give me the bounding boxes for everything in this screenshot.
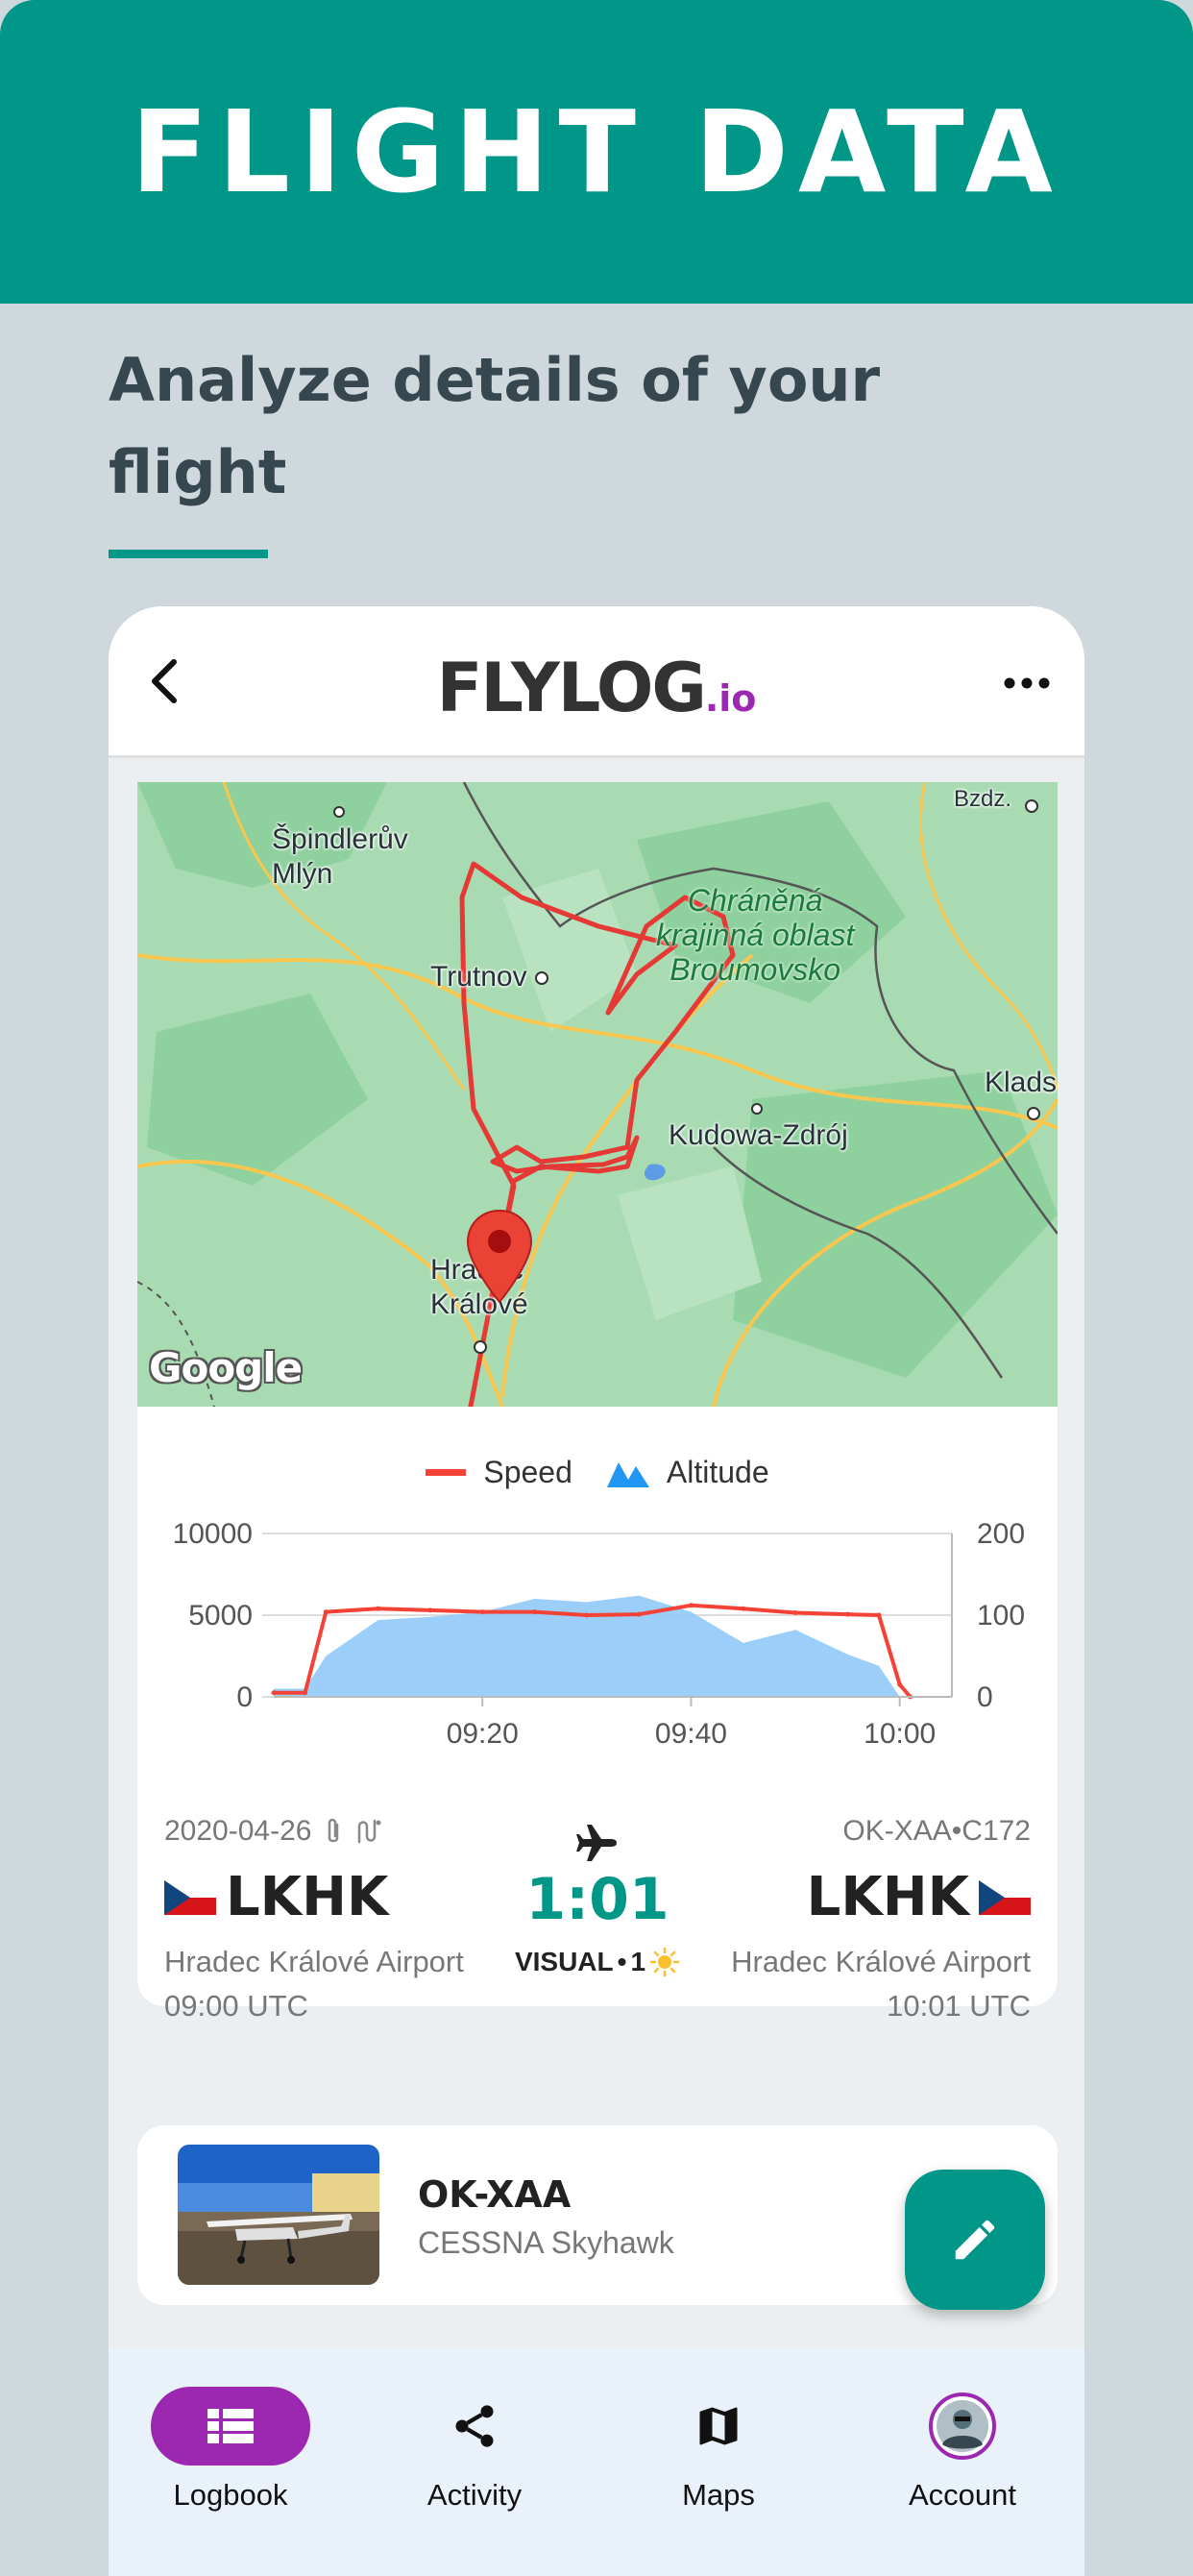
attachment-icon [329, 1818, 339, 1843]
aircraft-registration: OK-XAA [418, 2173, 572, 2216]
speed-point [479, 1609, 485, 1615]
speed-point [323, 1609, 329, 1615]
more-options-icon[interactable] [998, 664, 1056, 702]
czech-flag-icon [979, 1879, 1031, 1915]
list-icon [207, 2407, 254, 2445]
speed-point [427, 1607, 433, 1613]
logo-main: FLYLOG [436, 649, 707, 727]
nav-active-indicator [151, 2387, 310, 2466]
separator-dot: • [617, 1947, 627, 1976]
arrival-airport: LKHK [807, 1866, 1031, 1928]
conditions-label: VISUAL [514, 1947, 614, 1976]
nav-item-account[interactable]: Account [840, 2348, 1084, 2521]
logo-suffix: .io [704, 677, 757, 720]
y-right-tick-label: 200 [977, 1520, 1025, 1550]
nav-label-logbook: Logbook [173, 2478, 288, 2512]
banner-title: FLIGHT DATA [131, 86, 1062, 218]
map-label-edge: Bzdz. [954, 786, 1012, 812]
departure-time: 09:00 UTC [164, 1989, 308, 2023]
speed-point [532, 1609, 538, 1615]
page-subtitle: Analyze details of your flight [109, 345, 881, 507]
map-label-klads: Klads [985, 1067, 1058, 1098]
speed-point [636, 1611, 642, 1617]
speed-point [897, 1681, 903, 1687]
legend-altitude-label: Altitude [666, 1455, 769, 1489]
aircraft-type-label: OK-XAA•C172 [842, 1815, 1031, 1847]
nav-icon-wrap [395, 2387, 554, 2466]
map-label-spindleruv-mlyn: Špindlerův Mlýn [272, 823, 408, 890]
x-tick-label: 10:00 [864, 1718, 936, 1750]
nav-label-maps: Maps [682, 2478, 755, 2512]
speed-point [741, 1606, 746, 1611]
arrival-code: LKHK [806, 1866, 969, 1928]
sun-icon [649, 1947, 680, 1977]
speed-point [584, 1612, 590, 1618]
phone-screen: FLYLOG.io Špindlerův Mlýn Trutnov Chráně… [109, 606, 1084, 2576]
airplane-icon [576, 1825, 617, 1861]
x-tick-label: 09:40 [655, 1718, 727, 1750]
subtitle-underline [109, 550, 268, 558]
map-icon [699, 2407, 738, 2445]
flight-date: 2020-04-26 [164, 1815, 312, 1847]
aircraft-photo [178, 2145, 379, 2285]
nav-icon-wrap [639, 2387, 798, 2466]
flight-date-row: 2020-04-26 [164, 1815, 382, 1848]
speed-point [792, 1609, 798, 1615]
flight-map[interactable]: Špindlerův Mlýn Trutnov Chráněná krajinn… [137, 782, 1058, 1407]
nav-item-maps[interactable]: Maps [596, 2348, 840, 2521]
location-pin-icon[interactable] [464, 1208, 535, 1304]
speed-point [376, 1606, 381, 1611]
route-icon [358, 1819, 381, 1844]
speed-swatch [426, 1469, 467, 1476]
legend-speed[interactable]: Speed [426, 1455, 572, 1490]
speed-point [271, 1690, 277, 1696]
nav-item-logbook[interactable]: Logbook [109, 2348, 353, 2521]
google-logo: Google [149, 1344, 303, 1391]
share-icon [455, 2405, 494, 2447]
arrival-airport-name: Hradec Králové Airport [731, 1945, 1031, 1978]
flight-card[interactable]: Speed Altitude 10000 5000 0 200 100 0 09:20 09:… [137, 1407, 1058, 2023]
speed-point [876, 1612, 882, 1618]
y-left-tick-label: 10000 [173, 1520, 253, 1550]
speed-altitude-chart[interactable]: 10000 5000 0 200 100 0 09:20 09:40 10:00 [137, 1520, 1058, 1770]
legend-speed-label: Speed [483, 1455, 572, 1489]
y-left-tick-label: 0 [236, 1681, 253, 1713]
app-bar: FLYLOG.io [109, 606, 1084, 758]
aircraft-image [178, 2145, 379, 2285]
map-label-kudowa-zdroj: Kudowa-Zdrój [669, 1119, 848, 1151]
nav-label-activity: Activity [426, 2478, 523, 2512]
x-tick-label: 09:20 [447, 1718, 519, 1750]
bottom-navigation: Logbook Activity Maps Account [109, 2348, 1084, 2576]
speed-point [303, 1690, 308, 1696]
edit-button[interactable] [905, 2170, 1045, 2310]
legend-altitude[interactable]: Altitude [606, 1455, 769, 1490]
arrival-time: 10:01 UTC [887, 1989, 1031, 2023]
avatar [929, 2392, 996, 2460]
nav-icon-wrap [883, 2387, 1042, 2466]
nav-item-activity[interactable]: Activity [353, 2348, 596, 2521]
header-banner: FLIGHT DATA [0, 0, 1193, 304]
chart-legend: Speed Altitude [137, 1455, 1058, 1490]
altitude-mountain-icon [606, 1461, 649, 1487]
y-right-tick-label: 100 [977, 1600, 1025, 1631]
aircraft-model: CESSNA Skyhawk [418, 2225, 674, 2260]
pencil-icon [955, 2220, 995, 2260]
nav-label-account: Account [908, 2478, 1016, 2512]
map-label-trutnov: Trutnov [430, 961, 527, 993]
map-label-broumovsko: Chráněná krajinná oblast Broumovsko [656, 883, 855, 987]
departure-airport-name: Hradec Králové Airport [164, 1945, 464, 1978]
landings-count: 1 [630, 1947, 646, 1976]
app-logo: FLYLOG.io [109, 649, 1084, 727]
speed-point [844, 1611, 850, 1617]
y-left-tick-label: 5000 [188, 1600, 253, 1631]
speed-point [688, 1603, 694, 1608]
y-right-tick-label: 0 [977, 1681, 993, 1713]
